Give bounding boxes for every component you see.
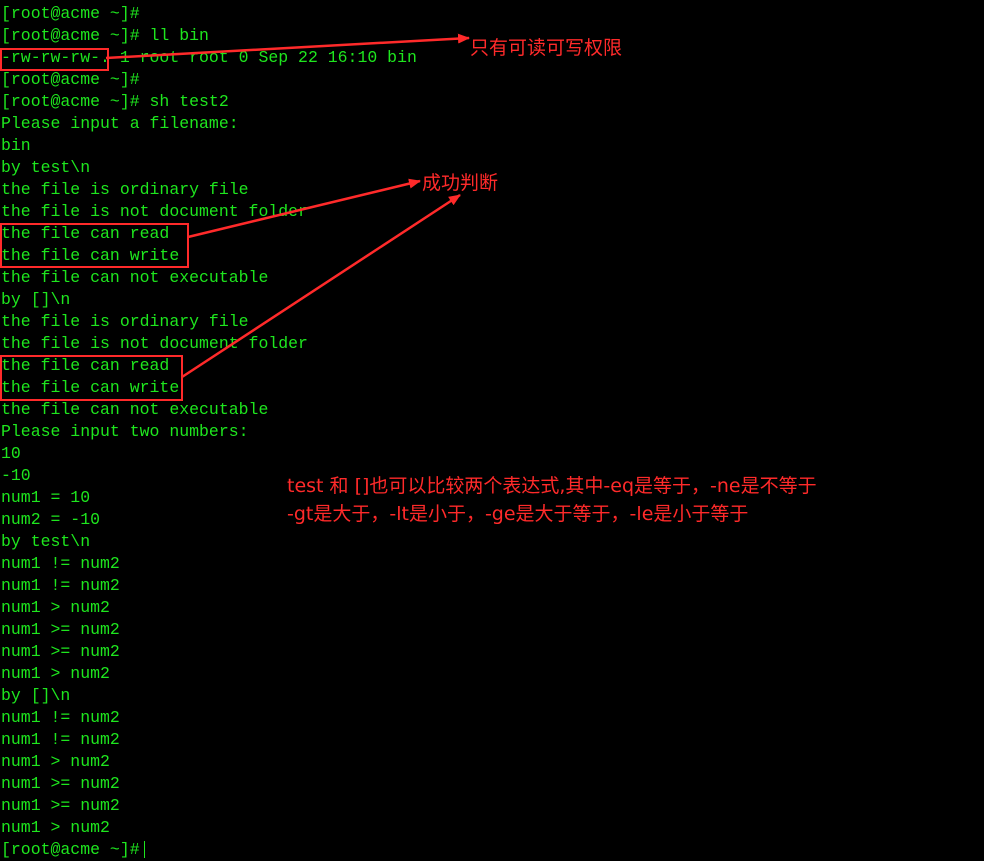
arrow-success-1 xyxy=(187,178,421,239)
permission-note: 只有可读可写权限 xyxy=(470,37,623,59)
arrow-success-2 xyxy=(181,193,461,379)
success-note: 成功判断 xyxy=(422,172,499,194)
compare-note-line1: test 和 []也可以比较两个表达式,其中-eq是等于，-ne是不等于 xyxy=(287,475,817,497)
annotation-overlay xyxy=(0,33,470,401)
arrow-permissions xyxy=(105,33,470,60)
compare-note-line2: -gt是大于，-lt是小于，-ge是大于等于，-le是小于等于 xyxy=(287,503,749,525)
highlight-box-read-write-1 xyxy=(0,223,189,268)
highlight-box-read-write-2 xyxy=(0,355,183,401)
highlight-box-permissions xyxy=(0,48,109,71)
